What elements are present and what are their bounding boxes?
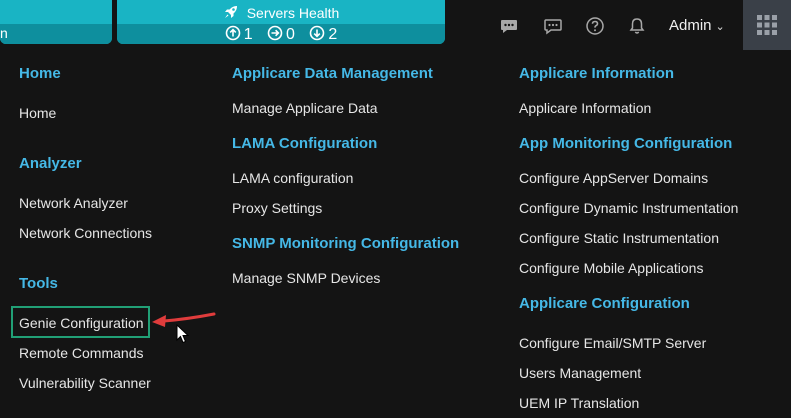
menu-item-remote-commands[interactable]: Remote Commands <box>19 345 144 361</box>
top-bar: n Servers Health 1 0 2 Admin ⌄ <box>0 0 791 50</box>
user-name: Admin <box>669 17 712 34</box>
servers-down-count[interactable]: 2 <box>309 25 337 44</box>
bell-icon[interactable] <box>627 16 647 36</box>
section-heading-applicare-information: Applicare Information <box>519 65 675 82</box>
menu-item-configure-appserver-domains[interactable]: Configure AppServer Domains <box>519 170 708 186</box>
servers-neutral-value: 0 <box>286 26 295 43</box>
servers-up-value: 1 <box>243 26 253 43</box>
section-heading-applicare-configuration: Applicare Configuration <box>519 295 690 312</box>
grid-icon <box>757 15 777 35</box>
annotation-highlight-box <box>11 306 150 338</box>
menu-item-applicare-information[interactable]: Applicare Information <box>519 100 651 116</box>
chevron-down-icon: ⌄ <box>715 21 725 33</box>
help-icon[interactable] <box>585 16 605 36</box>
menu-item-network-connections[interactable]: Network Connections <box>19 225 152 241</box>
servers-health-tile[interactable]: Servers Health 1 0 2 <box>117 0 445 44</box>
servers-neutral-count[interactable]: 0 <box>267 25 295 44</box>
menu-item-manage-applicare-data[interactable]: Manage Applicare Data <box>232 100 378 116</box>
status-tile-text: n <box>0 25 8 41</box>
menu-item-users-management[interactable]: Users Management <box>519 365 641 381</box>
servers-up-count[interactable]: 1 <box>225 25 253 44</box>
menu-item-proxy-settings[interactable]: Proxy Settings <box>232 200 322 216</box>
menu-item-home[interactable]: Home <box>19 105 56 121</box>
menu-item-vulnerability-scanner[interactable]: Vulnerability Scanner <box>19 375 151 391</box>
arrow-down-circle-icon <box>310 25 325 41</box>
section-heading-home: Home <box>19 65 61 82</box>
section-heading-lama-configuration: LAMA Configuration <box>232 135 378 152</box>
menu-item-configure-static-instrumentation[interactable]: Configure Static Instrumentation <box>519 230 719 246</box>
menu-item-configure-mobile-applications[interactable]: Configure Mobile Applications <box>519 260 703 276</box>
section-heading-analyzer: Analyzer <box>19 155 82 172</box>
arrow-right-circle-icon <box>267 25 283 41</box>
arrow-up-circle-icon <box>225 25 240 41</box>
rocket-icon <box>223 4 239 23</box>
servers-down-value: 2 <box>328 26 338 43</box>
section-heading-tools: Tools <box>19 275 58 292</box>
section-heading-snmp-monitoring: SNMP Monitoring Configuration <box>232 235 460 252</box>
menu-item-configure-email-smtp[interactable]: Configure Email/SMTP Server <box>519 335 706 351</box>
menu-item-manage-snmp-devices[interactable]: Manage SNMP Devices <box>232 270 380 286</box>
user-menu[interactable]: Admin ⌄ <box>669 17 725 34</box>
menu-item-lama-configuration[interactable]: LAMA configuration <box>232 170 353 186</box>
chat-bubble-icon[interactable] <box>499 16 519 36</box>
servers-health-title: Servers Health <box>246 5 340 21</box>
status-tile[interactable]: n <box>0 0 112 44</box>
section-heading-app-monitoring: App Monitoring Configuration <box>519 135 733 152</box>
comments-icon[interactable] <box>543 16 563 36</box>
section-heading-data-management: Applicare Data Management <box>232 65 433 82</box>
menu-item-network-analyzer[interactable]: Network Analyzer <box>19 195 128 211</box>
mouse-pointer-icon <box>176 324 190 344</box>
apps-menu-button[interactable] <box>743 0 791 50</box>
menu-item-configure-dynamic-instrumentation[interactable]: Configure Dynamic Instrumentation <box>519 200 738 216</box>
menu-item-uem-ip-translation[interactable]: UEM IP Translation <box>519 395 639 411</box>
